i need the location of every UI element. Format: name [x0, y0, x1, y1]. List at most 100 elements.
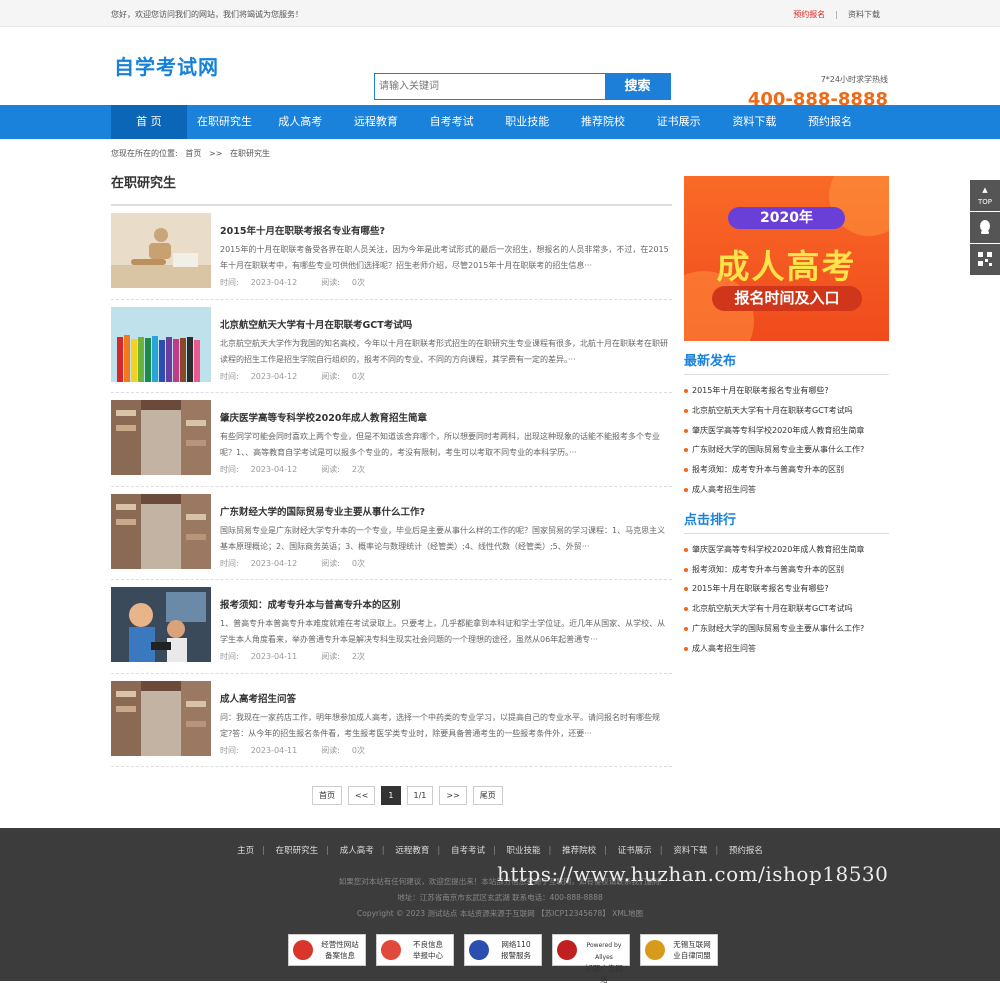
- prev-page-button[interactable]: <<: [348, 786, 376, 805]
- arrow-up-icon: ▲: [982, 186, 988, 194]
- back-to-top-button[interactable]: ▲ TOP: [970, 180, 1000, 211]
- latest-section: 最新发布 2015年十月在职联考报名专业有哪些? 北京航空航天大学有十月在职联考…: [684, 349, 889, 500]
- site-logo[interactable]: 自学考试网: [114, 51, 219, 80]
- trust-badges: 经营性网站 备案信息 不良信息 举报中心 网络110 报警服务 Powered by …: [288, 934, 718, 984]
- trust-badge[interactable]: 无锡互联网 业自律同盟: [640, 934, 718, 966]
- badge-line: 报警服务: [501, 951, 531, 960]
- article-reads: 0次: [351, 278, 365, 287]
- read-label: 阅读:: [321, 371, 340, 381]
- article-title[interactable]: 成人高考招生问答: [220, 691, 296, 705]
- hot-title: 点击排行: [684, 508, 889, 534]
- search-box: 搜索: [374, 73, 671, 100]
- trust-badge[interactable]: 不良信息 举报中心: [376, 934, 454, 966]
- article-thumbnail[interactable]: [111, 400, 211, 475]
- nav-item[interactable]: 远程教育: [338, 105, 414, 139]
- latest-item[interactable]: 成人高考招生问答: [684, 480, 889, 500]
- latest-item[interactable]: 报考须知：成考专升本与普高专升本的区别: [684, 460, 889, 480]
- nav-home[interactable]: 首 页: [111, 105, 187, 139]
- list-item[interactable]: 肇庆医学高等专科学校2020年成人教育招生简章 有些同学可能会同时喜欢上两个专业…: [111, 393, 672, 487]
- hot-item[interactable]: 北京航空航天大学有十月在职联考GCT考试吗: [684, 599, 889, 619]
- article-date: 2023-04-11: [250, 745, 298, 755]
- article-thumbnail[interactable]: [111, 587, 211, 662]
- article-desc: 国际贸易专业是广东财经大学专升本的一个专业，毕业后是主要从事什么样的工作的呢？国…: [220, 525, 666, 551]
- article-reads: 2次: [351, 465, 365, 474]
- article-thumbnail[interactable]: [111, 493, 211, 569]
- nav-item[interactable]: 成人高考: [262, 105, 338, 139]
- hot-item[interactable]: 2015年十月在职联考报名专业有哪些?: [684, 579, 889, 599]
- nav-item[interactable]: 在职研究生: [187, 105, 263, 139]
- time-label: 时间:: [220, 745, 239, 755]
- search-button[interactable]: 搜索: [605, 74, 670, 99]
- hot-item[interactable]: 肇庆医学高等专科学校2020年成人教育招生简章: [684, 540, 889, 560]
- hot-item[interactable]: 报考须知：成考专升本与普高专升本的区别: [684, 560, 889, 580]
- article-title[interactable]: 2015年十月在职联考报名专业有哪些?: [220, 223, 385, 237]
- nav-item[interactable]: 职业技能: [489, 105, 565, 139]
- nav-item[interactable]: 推荐院校: [565, 105, 641, 139]
- article-reads: 2次: [351, 652, 365, 661]
- article-thumbnail[interactable]: [111, 680, 211, 756]
- latest-item[interactable]: 北京航空航天大学有十月在职联考GCT考试吗: [684, 401, 889, 421]
- breadcrumb: 您现在所在的位置: 首页 >> 在职研究生: [111, 148, 270, 159]
- list-item[interactable]: 北京航空航天大学有十月在职联考GCT考试吗 北京航空航天大学作为我国的知名高校，…: [111, 300, 672, 393]
- trust-badge[interactable]: 经营性网站 备案信息: [288, 934, 366, 966]
- page-number-current[interactable]: 1: [381, 786, 401, 805]
- footer-link[interactable]: 资料下载: [673, 846, 707, 856]
- download-link[interactable]: 资料下载: [848, 10, 880, 19]
- latest-item[interactable]: 2015年十月在职联考报名专业有哪些?: [684, 381, 889, 401]
- footer-link[interactable]: 推荐院校: [562, 846, 596, 856]
- breadcrumb-current[interactable]: 在职研究生: [230, 149, 270, 158]
- page-count: 1/1: [406, 786, 434, 805]
- badge-line: 无锡互联网: [673, 940, 711, 949]
- banner-year: 2020年: [728, 207, 845, 229]
- article-thumbnail[interactable]: [111, 213, 211, 288]
- list-item[interactable]: 广东财经大学的国际贸易专业主要从事什么工作? 国际贸易专业是广东财经大学专升本的…: [111, 487, 672, 580]
- list-item[interactable]: 成人高考招生问答 问：我现在一家药店工作，明年想参加成人高考，选择一个中药类的专…: [111, 674, 672, 767]
- qq-button[interactable]: [970, 212, 1000, 243]
- sidebar: 2020年 成人高考 报名时间及入口 最新发布 2015年十月在职联考报名专业有…: [684, 176, 889, 659]
- footer-link[interactable]: 远程教育: [395, 846, 429, 856]
- breadcrumb-home[interactable]: 首页: [185, 149, 201, 158]
- promo-banner[interactable]: 2020年 成人高考 报名时间及入口: [684, 176, 889, 341]
- footer-link[interactable]: 证书展示: [618, 846, 652, 856]
- article-title[interactable]: 北京航空航天大学有十月在职联考GCT考试吗: [220, 317, 412, 331]
- article-meta: 时间: 2023-04-12 阅读: 0次: [220, 277, 389, 288]
- article-title[interactable]: 报考须知：成考专升本与普高专升本的区别: [220, 597, 401, 611]
- footer-link[interactable]: 职业技能: [507, 846, 541, 856]
- article-meta: 时间: 2023-04-11 阅读: 2次: [220, 651, 389, 662]
- pagination: 首页 << 1 1/1 >> 尾页: [312, 786, 503, 805]
- article-thumbnail[interactable]: [111, 306, 211, 382]
- next-page-button[interactable]: >>: [439, 786, 467, 805]
- signup-link[interactable]: 预约报名: [793, 10, 825, 19]
- article-reads: 0次: [351, 558, 365, 568]
- read-label: 阅读:: [321, 465, 340, 474]
- article-title[interactable]: 肇庆医学高等专科学校2020年成人教育招生简章: [220, 410, 427, 424]
- first-page-button[interactable]: 首页: [312, 786, 342, 805]
- footer-link[interactable]: 成人高考: [340, 846, 374, 856]
- article-list: 在职研究生 2015年十月在职联考报名专业有哪些? 2015年的十月在职联考备受…: [111, 170, 672, 767]
- footer-link[interactable]: 自考考试: [451, 846, 485, 856]
- list-item[interactable]: 报考须知：成考专升本与普高专升本的区别 1、普高专升本普高专升本难度就难在考试录…: [111, 580, 672, 674]
- nav-item[interactable]: 自考考试: [414, 105, 490, 139]
- article-date: 2023-04-12: [250, 465, 298, 474]
- footer-link[interactable]: 主页: [237, 846, 254, 856]
- search-input[interactable]: [375, 74, 605, 99]
- list-item[interactable]: 2015年十月在职联考报名专业有哪些? 2015年的十月在职联考备受各界在职人员…: [111, 206, 672, 300]
- time-label: 时间:: [220, 558, 239, 568]
- footer-link[interactable]: 预约报名: [729, 846, 763, 856]
- trust-badge[interactable]: 网络110 报警服务: [464, 934, 542, 966]
- read-label: 阅读:: [321, 278, 340, 287]
- breadcrumb-sep: >>: [208, 149, 223, 158]
- nav-item[interactable]: 资料下载: [717, 105, 793, 139]
- qrcode-button[interactable]: [970, 244, 1000, 275]
- nav-item[interactable]: 预约报名: [792, 105, 868, 139]
- latest-item[interactable]: 广东财经大学的国际贸易专业主要从事什么工作?: [684, 440, 889, 460]
- latest-item[interactable]: 肇庆医学高等专科学校2020年成人教育招生简章: [684, 421, 889, 441]
- trust-badge[interactable]: Powered by Allyes 好耶广告网络: [552, 934, 630, 984]
- read-label: 阅读:: [321, 558, 340, 568]
- nav-item[interactable]: 证书展示: [641, 105, 717, 139]
- article-title[interactable]: 广东财经大学的国际贸易专业主要从事什么工作?: [220, 504, 425, 518]
- hot-item[interactable]: 成人高考招生问答: [684, 639, 889, 659]
- footer-link[interactable]: 在职研究生: [276, 846, 319, 856]
- last-page-button[interactable]: 尾页: [472, 786, 503, 805]
- hot-item[interactable]: 广东财经大学的国际贸易专业主要从事什么工作?: [684, 619, 889, 639]
